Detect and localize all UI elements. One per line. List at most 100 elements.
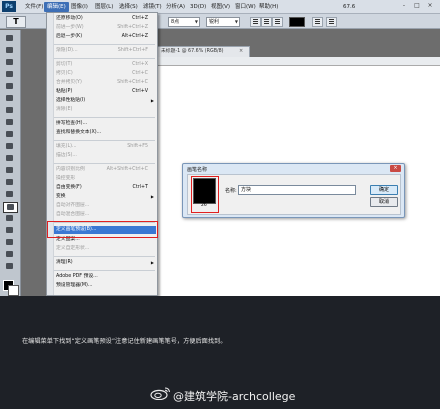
menu-item-step-backward[interactable]: 后退一步(K) Alt+Ctrl+Z [54,33,156,41]
menu-item-label: 内容识别比例 [56,167,85,172]
brush-name-dialog: 画笔名称 × 26 名称: 方块 确定 取消 [182,163,405,218]
menu-item-puppet-warp[interactable]: 操控变形 [54,175,156,183]
align-center-button[interactable] [261,17,272,27]
menu-item-free-transform[interactable]: 自由变换(F) Ctrl+T [54,184,156,192]
align-left-button[interactable] [250,17,261,27]
shape-tool-icon[interactable] [3,226,16,235]
dodge-tool-icon[interactable] [3,190,16,199]
brush-name-input[interactable]: 方块 [238,185,356,195]
menu-item-label: 操控变形 [56,176,76,181]
menu-item-stroke[interactable]: 描边(S)... [54,152,156,160]
path-select-tool-icon[interactable] [3,214,16,223]
chevron-down-icon: ▼ [234,19,238,24]
maximize-icon[interactable]: □ [411,1,423,11]
menu-item-shortcut: Alt+Shift+Ctrl+C [106,167,148,172]
menu-layer[interactable]: 图层(L) [92,2,116,12]
menu-item-label: 填充(L)... [56,144,77,149]
minimize-icon[interactable]: - [398,1,410,11]
menu-window[interactable]: 窗口(W) [232,2,259,12]
menu-separator [54,256,155,257]
background-color-swatch[interactable] [8,285,19,296]
submenu-arrow-icon: ▶ [150,98,154,103]
toolbox [0,30,21,296]
menu-item-copy[interactable]: 拷贝(C) Ctrl+C [54,70,156,78]
close-tab-icon[interactable]: × [239,48,243,54]
lasso-tool-icon[interactable] [3,58,16,67]
marquee-tool-icon[interactable] [3,46,16,55]
menu-item-auto-blend-layers[interactable]: 自动混合图层... [54,211,156,219]
menu-item-cut[interactable]: 剪切(T) Ctrl+X [54,61,156,69]
menu-analysis[interactable]: 分析(A) [163,2,188,12]
menu-filter[interactable]: 滤镜(T) [140,2,165,12]
eraser-tool-icon[interactable] [3,154,16,163]
clone-stamp-tool-icon[interactable] [3,130,16,139]
menu-icon-gutter [47,13,54,295]
menu-item-fade[interactable]: 渐隐(D)... Shift+Ctrl+F [54,47,156,55]
menu-item-shortcut: Shift+Ctrl+Z [117,25,148,30]
menu-item-label: Adobe PDF 预设... [56,274,98,279]
menu-item-shortcut: Ctrl+T [132,185,149,190]
blur-tool-icon[interactable] [3,178,16,187]
menu-view[interactable]: 视图(V) [208,2,233,12]
menu-item-auto-align-layers[interactable]: 自动对齐图层... [54,202,156,210]
gradient-tool-icon[interactable] [3,166,16,175]
quick-select-tool-icon[interactable] [3,70,16,79]
history-brush-tool-icon[interactable] [3,142,16,151]
move-tool-icon[interactable] [3,34,16,43]
antialias-select[interactable]: 锐利 ▼ [206,17,240,27]
eyedropper-tool-icon[interactable] [3,94,16,103]
align-right-button[interactable] [272,17,283,27]
character-panel-button[interactable] [326,17,337,27]
antialias-value: 锐利 [209,19,220,25]
menu-item-preset-manager[interactable]: 预设管理器(M)... [54,282,156,290]
menu-item-shortcut: Alt+Ctrl+Z [121,34,148,39]
menu-item-transform[interactable]: 变换 ▶ [54,193,156,201]
menu-item-clear[interactable]: 清除(E) [54,106,156,114]
hand-tool-icon[interactable] [3,250,16,259]
ok-button[interactable]: 确定 [370,185,398,195]
horizontal-ruler [157,57,440,66]
photoshop-window: Ps 文件(F) 编辑(E) 图像(I) 图层(L) 选择(S) 滤镜(T) 分… [0,0,440,296]
submenu-arrow-icon: ▶ [150,260,154,265]
menu-item-copy-merged[interactable]: 合并拷贝(Y) Shift+Ctrl+C [54,79,156,87]
menu-item-check-spelling[interactable]: 拼写检查(H)... [54,120,156,128]
type-tool-icon[interactable]: T [6,16,26,28]
dialog-body: 26 名称: 方块 确定 取消 [187,174,401,215]
type-tool-icon[interactable] [3,202,18,213]
close-window-icon[interactable]: × [424,1,436,11]
cancel-button[interactable]: 取消 [370,197,398,207]
menu-item-fill[interactable]: 填充(L)... Shift+F5 [54,143,156,151]
font-size-value: 8点 [171,19,180,25]
text-color-swatch[interactable] [289,17,305,27]
font-size-select[interactable]: 8点 ▼ [168,17,200,27]
menu-image[interactable]: 图像(I) [68,2,91,12]
menu-item-shortcut: Ctrl+Z [132,16,148,21]
menu-item-step-forward[interactable]: 前进一步(W) Shift+Ctrl+Z [54,24,156,32]
menu-item-content-aware-scale[interactable]: 内容识别比例 Alt+Shift+Ctrl+C [54,166,156,174]
menu-item-label: 粘贴(P) [56,89,73,94]
menu-help[interactable]: 帮助(H) [256,2,281,12]
brush-tool-icon[interactable] [3,118,16,127]
menu-item-paste-special[interactable]: 选择性粘贴(I) ▶ [54,97,156,105]
menu-item-label: 变换 [56,194,66,199]
warp-text-button[interactable] [312,17,323,27]
3d-rotate-tool-icon[interactable] [3,238,16,247]
menu-3d[interactable]: 3D(D) [187,2,209,12]
instruction-caption: 在编辑菜单下找到“定义画笔预设”注意记住新建画笔笔号，方便后面找到。 [22,338,227,345]
menu-edit[interactable]: 编辑(E) [44,2,69,12]
zoom-tool-icon[interactable] [3,262,16,271]
menu-item-undo[interactable]: 还原移动(O) Ctrl+Z [54,15,156,23]
menu-item-pdf-presets[interactable]: Adobe PDF 预设... [54,273,156,281]
crop-tool-icon[interactable] [3,82,16,91]
healing-brush-tool-icon[interactable] [3,106,16,115]
menu-select[interactable]: 选择(S) [116,2,141,12]
menu-file[interactable]: 文件(F) [22,2,46,12]
menu-item-paste[interactable]: 粘贴(P) Ctrl+V [54,88,156,96]
zoom-level[interactable]: 67.6 [340,2,358,12]
menu-item-purge[interactable]: 清理(R) ▶ [54,259,156,267]
menu-item-define-custom-shape[interactable]: 定义自定形状... [54,245,156,253]
menu-item-label: 预设管理器(M)... [56,283,93,288]
menu-item-find-replace[interactable]: 查找和替换文本(X)... [54,129,156,137]
menu-item-shortcut: Shift+Ctrl+F [117,48,148,53]
close-icon[interactable]: × [390,165,401,172]
